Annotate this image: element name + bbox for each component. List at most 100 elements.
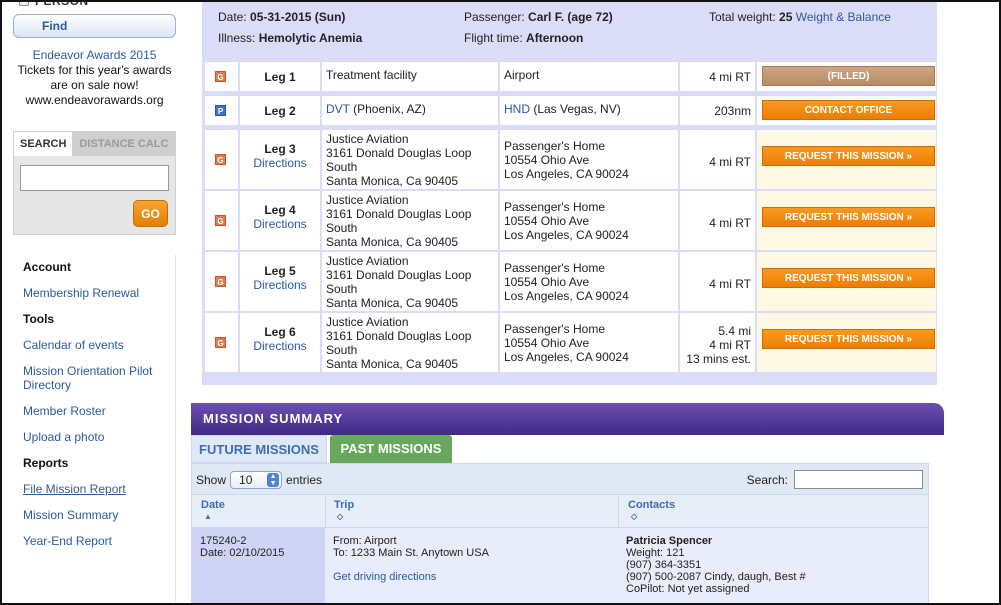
filled-status-button[interactable]: (FILLED) (762, 66, 935, 86)
awards-link[interactable]: Endeavor Awards 2015 (13, 48, 176, 63)
address-line: Los Angeles, CA 90024 (504, 288, 629, 303)
mission-date: Date: 02/10/2015 (200, 547, 285, 559)
sidebar-search-input[interactable] (20, 165, 169, 191)
address-line: 3161 Donald Douglas Loop (326, 206, 472, 221)
address-line: South (326, 342, 358, 357)
ground-type-icon: G (215, 336, 226, 348)
entries-control: Show 10 ▲ ▼ entries (196, 471, 322, 489)
address-line: 3161 Donald Douglas Loop (326, 328, 472, 343)
leg-name: Leg 5 (264, 264, 296, 278)
airport-code-link[interactable]: DVT (326, 102, 350, 116)
request-mission-button[interactable]: REQUEST THIS MISSION » (762, 328, 935, 349)
contact-weight: Weight: 121 (626, 547, 685, 559)
mission-id: 175240-2 (200, 535, 247, 547)
leg-row: G Leg 6 Directions Justice Aviation 3161 Don… (205, 313, 936, 372)
row-contacts-cell: Patricia Spencer Weight: 121 (907) 364-3… (618, 528, 928, 604)
awards-text-2: are on sale now! (50, 78, 139, 92)
trip-passenger-value: Carl F. (age 72) (528, 10, 613, 24)
sort-both-icon: ◇ (631, 512, 638, 521)
nav-head-tools: Tools (23, 312, 55, 326)
ground-type-icon: G (215, 275, 226, 287)
tab-distance-calc[interactable]: DISTANCE CALC (73, 132, 175, 156)
trip-panel: Date: 05-31-2015 (Sun) Illness: Hemolyti… (202, 0, 937, 385)
leg-type-cell: G (205, 62, 238, 91)
address-line: Passenger's Home (504, 199, 606, 214)
nav-year-end-report[interactable]: Year-End Report (23, 534, 112, 548)
trip-passenger: Passenger: Carl F. (age 72) (464, 10, 613, 24)
tab-past-missions[interactable]: PAST MISSIONS (330, 435, 452, 463)
weight-balance-link[interactable]: Weight & Balance (796, 10, 891, 24)
nav-calendar[interactable]: Calendar of events (23, 338, 124, 352)
leg-distance-cell: 4 mi RT (680, 62, 755, 91)
awards-url[interactable]: www.endeavorawards.org (13, 93, 176, 108)
tab-search[interactable]: SEARCH (14, 132, 74, 156)
trip-from: From: Airport (333, 535, 397, 547)
request-mission-button[interactable]: REQUEST THIS MISSION » (762, 206, 935, 227)
leg-distance-cell: 4 mi RT (680, 191, 755, 250)
address-line: South (326, 159, 358, 174)
nav-upload-photo[interactable]: Upload a photo (23, 430, 104, 444)
trip-illness: Illness: Hemolytic Anemia (218, 31, 362, 45)
nav-mission-orientation[interactable]: Mission Orientation Pilot Directory (23, 364, 152, 392)
address-line: Justice Aviation (326, 314, 409, 329)
address-line: Justice Aviation (326, 253, 409, 268)
address-line: South (326, 220, 358, 235)
entries-label: entries (286, 473, 323, 487)
go-button[interactable]: GO (133, 200, 168, 227)
leg-name: Leg 3 (264, 142, 296, 156)
leg-action-cell: REQUEST THIS MISSION » (757, 252, 936, 311)
sidebar-nav: Account Membership Renewal Tools Calenda… (13, 255, 176, 605)
leg-name-cell: Leg 5 Directions (240, 252, 320, 311)
request-mission-button[interactable]: REQUEST THIS MISSION » (762, 145, 935, 166)
leg-directions-link[interactable]: Directions (240, 217, 320, 231)
leg-distance-cell: 4 mi RT (680, 130, 755, 189)
col-date[interactable]: Date ▲ (201, 499, 225, 521)
contact-phone-1: (907) 364-3351 (626, 559, 702, 571)
contact-office-button[interactable]: CONTACT OFFICE (762, 100, 935, 120)
address-line: 10554 Ohio Ave (504, 213, 590, 228)
airport-location: (Las Vegas, NV) (530, 102, 621, 116)
entries-value: 10 (239, 473, 253, 487)
trip-flight-time-value: Afternoon (526, 31, 584, 45)
address-line: Passenger's Home (504, 138, 606, 153)
leg-to-cell: HND (Las Vegas, NV) (500, 96, 678, 125)
entries-select[interactable]: 10 ▲ ▼ (230, 471, 283, 489)
leg-from-cell: DVT (Phoenix, AZ) (322, 96, 498, 125)
col-contacts[interactable]: Contacts ◇ (628, 499, 675, 521)
address-line: Los Angeles, CA 90024 (504, 349, 629, 364)
airport-location: (Phoenix, AZ) (349, 102, 426, 116)
leg-name-cell: Leg 1 (240, 62, 320, 91)
nav-head-reports: Reports (23, 456, 69, 470)
request-mission-button[interactable]: REQUEST THIS MISSION » (762, 267, 935, 288)
awards-text-1: Tickets for this year's awards (17, 63, 172, 77)
pilot-type-icon: P (215, 104, 226, 116)
leg-distance-cell: 4 mi RT (680, 252, 755, 311)
leg-action-cell: REQUEST THIS MISSION » (757, 313, 936, 372)
mission-summary-tabs: FUTURE MISSIONS PAST MISSIONS (191, 435, 944, 463)
leg-distance: 4 mi RT (709, 154, 751, 169)
nav-member-roster[interactable]: Member Roster (23, 404, 106, 418)
sort-asc-icon: ▲ (204, 512, 212, 521)
address-line: 10554 Ohio Ave (504, 335, 590, 350)
tab-future-missions[interactable]: FUTURE MISSIONS (191, 435, 327, 463)
trip-weight-label: Total weight: (709, 10, 776, 24)
table-search-input[interactable] (794, 470, 923, 489)
nav-membership-renewal[interactable]: Membership Renewal (23, 286, 139, 300)
find-button[interactable]: Find (13, 14, 176, 38)
address-line: 3161 Donald Douglas Loop (326, 145, 472, 160)
driving-directions-link[interactable]: Get driving directions (333, 571, 610, 583)
nav-mission-summary[interactable]: Mission Summary (23, 508, 118, 522)
leg-directions-link[interactable]: Directions (240, 278, 320, 292)
leg-directions-link[interactable]: Directions (240, 339, 320, 353)
leg-directions-link[interactable]: Directions (240, 156, 320, 170)
address-line: Santa Monica, Ca 90405 (326, 173, 459, 188)
col-trip[interactable]: Trip ◇ (334, 499, 354, 521)
airport-code-link[interactable]: HND (504, 102, 530, 116)
nav-file-mission-report[interactable]: File Mission Report (23, 482, 126, 496)
trip-date: Date: 05-31-2015 (Sun) (218, 10, 345, 24)
leg-distance: 5.4 mi (718, 323, 751, 338)
table-search: Search: (747, 470, 923, 489)
address-line: Passenger's Home (504, 321, 606, 336)
trip-date-label: Date: (218, 10, 247, 24)
nav-mission-orientation-line2: Directory (23, 378, 72, 392)
